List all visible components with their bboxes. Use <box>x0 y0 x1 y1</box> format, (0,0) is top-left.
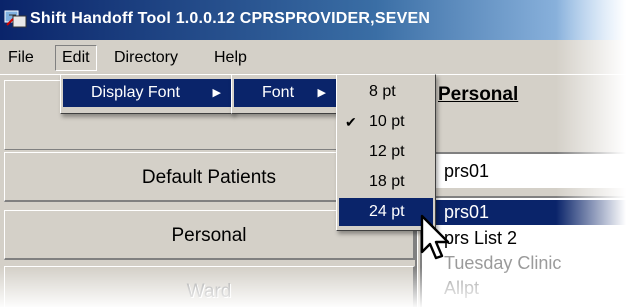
personal-heading: Personal <box>438 84 519 105</box>
menu-item-label: 24 pt <box>369 203 405 220</box>
submenu-arrow-icon: ▶ <box>317 87 326 99</box>
display-font-submenu: Font ▶ <box>231 74 339 114</box>
app-window: Shift Handoff Tool 1.0.0.12 CPRSPROVIDER… <box>0 0 626 307</box>
menu-item-24pt[interactable]: 24 pt <box>339 198 433 226</box>
menu-item-label: Font <box>262 84 295 101</box>
menu-item-12pt[interactable]: 12 pt <box>339 138 433 166</box>
title-bar[interactable]: Shift Handoff Tool 1.0.0.12 CPRSPROVIDER… <box>0 0 626 40</box>
menu-item-label: 18 pt <box>369 173 405 190</box>
checkmark-icon: ✔ <box>345 114 357 130</box>
list-item[interactable]: Allpt <box>422 276 626 301</box>
app-icon <box>4 10 27 28</box>
menu-item-8pt[interactable]: 8 pt <box>339 78 433 106</box>
menu-item-label: 8 pt <box>369 83 396 100</box>
mouse-pointer-icon <box>420 214 450 260</box>
list-name-value: prs01 <box>444 161 490 181</box>
list-name-field[interactable]: prs01 <box>420 152 626 188</box>
ward-button: Ward <box>4 266 415 307</box>
menu-item-18pt[interactable]: 18 pt <box>339 168 433 196</box>
menu-help[interactable]: Help <box>208 46 253 70</box>
menu-edit[interactable]: Edit <box>55 45 97 71</box>
font-size-submenu: 8 pt ✔ 10 pt 12 pt 18 pt 24 pt <box>336 74 436 231</box>
menu-item-font[interactable]: Font ▶ <box>234 79 336 107</box>
menu-item-label: Display Font <box>91 84 180 101</box>
edit-menu: Display Font ▶ <box>60 74 234 114</box>
menu-file[interactable]: File <box>2 46 40 70</box>
menu-directory[interactable]: Directory <box>108 46 184 70</box>
menu-item-label: 12 pt <box>369 143 405 160</box>
menu-item-10pt[interactable]: ✔ 10 pt <box>339 108 433 136</box>
window-title: Shift Handoff Tool 1.0.0.12 CPRSPROVIDER… <box>30 10 431 27</box>
menu-item-label: 10 pt <box>369 113 405 130</box>
menu-bar: File Edit Directory Help <box>0 41 626 75</box>
submenu-arrow-icon: ▶ <box>212 87 221 99</box>
menu-item-display-font[interactable]: Display Font ▶ <box>63 79 231 107</box>
